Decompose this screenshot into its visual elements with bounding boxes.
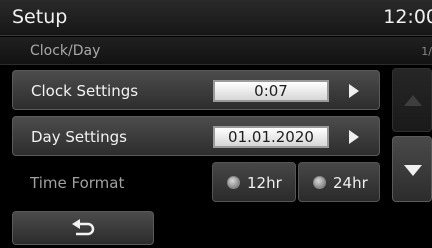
triangle-down-icon	[404, 165, 422, 176]
scroll-up-button[interactable]	[392, 68, 432, 132]
back-arrow-icon	[72, 219, 95, 236]
radio-24hr[interactable]: 24hr	[298, 162, 380, 202]
radio-12hr[interactable]: 12hr	[212, 162, 296, 202]
play-arrow-icon	[349, 84, 359, 98]
clock-value-box: 0:07	[213, 80, 329, 102]
radio-24hr-label: 24hr	[333, 174, 368, 192]
day-settings-button[interactable]: Day Settings 01.01.2020	[12, 116, 380, 156]
clock-settings-button[interactable]: Clock Settings 0:07	[12, 70, 380, 110]
clock-display: 12:00	[383, 6, 432, 28]
day-value-box: 01.01.2020	[213, 126, 329, 148]
back-button[interactable]	[12, 211, 154, 245]
section-title: Clock/Day	[30, 43, 101, 59]
clock-settings-label: Clock Settings	[31, 82, 139, 100]
sub-header: Clock/Day 1/	[0, 37, 432, 65]
radio-dot-icon	[227, 176, 240, 189]
title-bar: Setup 12:00	[0, 0, 432, 36]
triangle-up-icon	[404, 95, 422, 106]
play-arrow-icon	[349, 130, 359, 144]
page-indicator: 1/	[421, 45, 432, 58]
day-settings-label: Day Settings	[31, 128, 127, 146]
time-format-label: Time Format	[30, 174, 125, 192]
radio-12hr-label: 12hr	[247, 174, 282, 192]
page-title: Setup	[12, 6, 68, 28]
radio-dot-icon	[313, 176, 326, 189]
scroll-down-button[interactable]	[392, 136, 432, 202]
